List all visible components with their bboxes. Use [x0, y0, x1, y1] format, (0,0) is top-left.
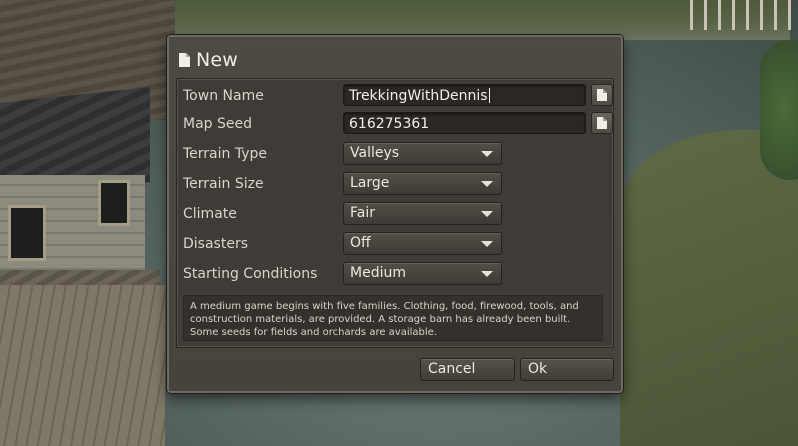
new-game-dialog: New Town Name TrekkingWithDennis Map See…	[167, 35, 623, 393]
terrain-size-select[interactable]: Large	[343, 172, 502, 195]
dialog-titlebar: New	[179, 47, 238, 73]
climate-row: Climate Fair	[183, 202, 502, 226]
document-icon	[597, 114, 607, 133]
town-name-value: TrekkingWithDennis	[349, 88, 488, 104]
starting-conditions-row: Starting Conditions Medium	[183, 262, 502, 286]
town-name-label: Town Name	[183, 88, 264, 104]
house-window	[98, 180, 130, 226]
starting-conditions-label: Starting Conditions	[183, 266, 318, 282]
terrain-size-value: Large	[350, 175, 390, 191]
climate-select[interactable]: Fair	[343, 202, 502, 225]
document-icon	[179, 53, 190, 67]
settings-panel: Town Name TrekkingWithDennis Map Seed 61…	[176, 78, 614, 348]
terrain-size-label: Terrain Size	[183, 176, 264, 192]
map-seed-row: Map Seed 616275361	[183, 112, 613, 136]
terrain-type-select[interactable]: Valleys	[343, 142, 502, 165]
description-text: A medium game begins with five families.…	[183, 295, 603, 341]
starting-conditions-value: Medium	[350, 265, 406, 281]
map-seed-input[interactable]: 616275361	[343, 112, 586, 134]
map-seed-file-button[interactable]	[591, 112, 613, 134]
terrain-size-row: Terrain Size Large	[183, 172, 502, 196]
chevron-down-icon	[481, 181, 493, 187]
text-caret	[488, 88, 490, 103]
climate-value: Fair	[350, 205, 375, 221]
chevron-down-icon	[481, 211, 493, 217]
town-name-row: Town Name TrekkingWithDennis	[183, 84, 613, 108]
town-name-file-button[interactable]	[591, 84, 613, 106]
wooden-deck	[0, 285, 165, 446]
shoreline	[620, 130, 798, 446]
house-window	[8, 205, 46, 261]
ok-button[interactable]: Ok	[520, 358, 614, 381]
tree	[760, 40, 798, 180]
climate-label: Climate	[183, 206, 237, 222]
disasters-row: Disasters Off	[183, 232, 502, 256]
town-name-input[interactable]: TrekkingWithDennis	[343, 84, 586, 106]
disasters-label: Disasters	[183, 236, 248, 252]
disasters-value: Off	[350, 235, 371, 251]
terrain-type-row: Terrain Type Valleys	[183, 142, 502, 166]
map-seed-label: Map Seed	[183, 116, 252, 132]
chevron-down-icon	[481, 151, 493, 157]
chevron-down-icon	[481, 241, 493, 247]
document-icon	[597, 86, 607, 105]
chevron-down-icon	[481, 271, 493, 277]
starting-conditions-select[interactable]: Medium	[343, 262, 502, 285]
terrain-type-label: Terrain Type	[183, 146, 267, 162]
bridge	[690, 0, 798, 30]
dialog-title: New	[196, 49, 239, 71]
terrain-type-value: Valleys	[350, 145, 400, 161]
disasters-select[interactable]: Off	[343, 232, 502, 255]
cancel-button[interactable]: Cancel	[420, 358, 515, 381]
